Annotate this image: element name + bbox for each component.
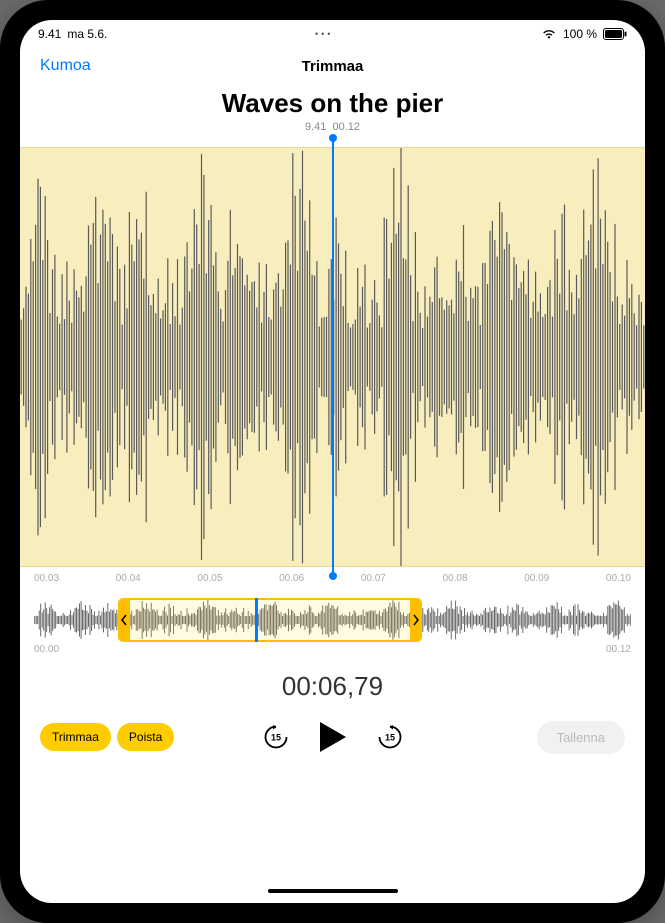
timeline-tick: 00.10 [606,573,631,584]
recording-meta: 9.41 00.12 [20,121,645,133]
screen: 9.41 ma 5.6. ••• 100 % Kumoa Trimmaa Wav… [20,20,645,903]
timeline-tick: 00.03 [34,573,59,584]
overview-end-label: 00.12 [606,644,631,655]
multitask-dots-icon[interactable]: ••• [315,29,333,39]
current-time: 00:06,79 [20,671,645,702]
skip-forward-15-button[interactable]: 15 [375,722,405,752]
battery-percent: 100 % [563,27,597,41]
skip-back-15-button[interactable]: 15 [261,722,291,752]
overview-track[interactable]: 00.00 00.12 [34,600,631,655]
recording-title: Waves on the pier [20,88,645,119]
timeline-tick: 00.07 [361,573,386,584]
timeline-tick: 00.05 [197,573,222,584]
play-button[interactable] [317,720,349,754]
timeline-tick: 00.08 [443,573,468,584]
nav-title: Trimmaa [302,58,364,75]
trim-selection [130,598,411,642]
timeline-tick: 00.09 [524,573,549,584]
ipad-device-frame: 9.41 ma 5.6. ••• 100 % Kumoa Trimmaa Wav… [0,0,665,923]
trim-button[interactable]: Trimmaa [40,723,111,751]
battery-icon [603,28,627,40]
timeline-tick: 00.06 [279,573,304,584]
trim-handle-end[interactable] [410,598,422,642]
delete-button[interactable]: Poista [117,723,174,751]
trim-handle-start[interactable] [118,598,130,642]
status-time: 9.41 [38,27,61,41]
svg-text:15: 15 [270,733,280,743]
wifi-icon [541,28,557,40]
recording-header: Waves on the pier 9.41 00.12 [20,88,645,133]
status-date: ma 5.6. [67,27,107,41]
timeline-tick: 00.04 [116,573,141,584]
home-indicator[interactable] [268,889,398,893]
playhead[interactable] [332,138,334,576]
save-button[interactable]: Tallenna [537,721,625,754]
nav-bar: Kumoa Trimmaa [20,48,645,84]
playback-controls: Trimmaa Poista 15 [20,720,645,754]
overview-playhead[interactable] [255,598,258,642]
overview-start-label: 00.00 [34,644,59,655]
waveform-display[interactable] [20,147,645,567]
cancel-button[interactable]: Kumoa [40,57,91,75]
status-bar: 9.41 ma 5.6. ••• 100 % [20,20,645,48]
svg-text:15: 15 [384,733,394,743]
